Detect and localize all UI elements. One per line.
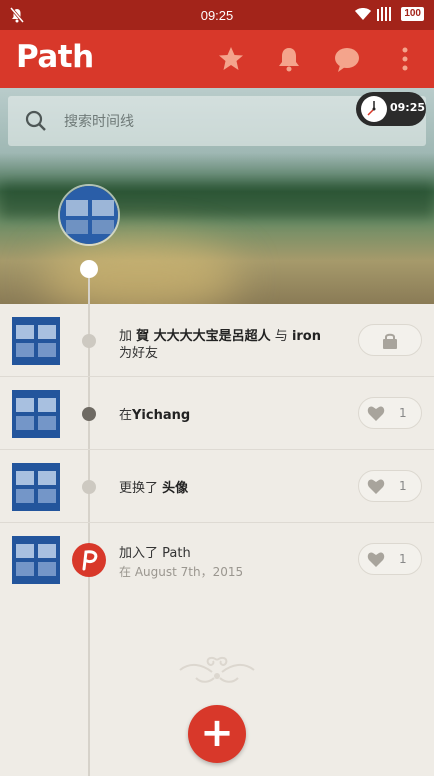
overflow-menu-icon[interactable] xyxy=(390,44,420,74)
privacy-button[interactable] xyxy=(358,324,422,356)
friend-avatar[interactable] xyxy=(12,317,60,365)
friend-avatar[interactable] xyxy=(12,536,60,584)
chat-bubble-icon[interactable] xyxy=(332,44,362,74)
clock-time: 09:25 xyxy=(390,101,426,114)
friend-avatar[interactable] xyxy=(12,463,60,511)
timeline-dot xyxy=(82,334,96,348)
signal-icon xyxy=(377,7,392,21)
path-logo-icon xyxy=(72,543,106,577)
status-bar: 09:25 100 xyxy=(0,0,434,30)
heart-icon xyxy=(367,552,385,567)
heart-icon xyxy=(367,479,385,494)
star-icon[interactable] xyxy=(216,44,246,74)
timeline-item[interactable]: 加 賀 大大大大宝是呂超人 与 iron 为好友 xyxy=(0,304,434,377)
timeline-item[interactable]: 在Yichang 1 xyxy=(0,377,434,450)
battery-level: 100 xyxy=(401,7,424,21)
item-subtext: 在 August 7th，2015 xyxy=(119,565,244,579)
bell-icon[interactable] xyxy=(274,44,304,74)
profile-avatar[interactable] xyxy=(58,184,120,246)
path-logo[interactable]: Path xyxy=(16,39,94,75)
item-text: 在Yichang xyxy=(119,408,191,423)
item-text: 更换了 头像 xyxy=(119,481,189,496)
plus-icon: + xyxy=(200,710,234,756)
like-count: 1 xyxy=(399,552,407,566)
like-count: 1 xyxy=(399,406,407,420)
timeline-item[interactable]: 加入了 Path 在 August 7th，2015 1 xyxy=(0,523,434,596)
timeline-item[interactable]: 更换了 头像 1 xyxy=(0,450,434,523)
add-moment-button[interactable]: + xyxy=(188,705,246,763)
lock-icon xyxy=(383,333,397,349)
timeline-dot xyxy=(82,480,96,494)
like-button[interactable]: 1 xyxy=(358,470,422,502)
search-placeholder: 搜索时间线 xyxy=(64,114,134,130)
heart-icon xyxy=(367,406,385,421)
like-button[interactable]: 1 xyxy=(358,543,422,575)
cover-photo: 搜索时间线 09:25 xyxy=(0,88,434,304)
item-text: 加入了 Path xyxy=(119,546,191,561)
app-bar: Path xyxy=(0,30,434,88)
search-icon xyxy=(25,110,46,131)
clock-icon xyxy=(361,96,387,122)
like-button[interactable]: 1 xyxy=(358,397,422,429)
time-capsule-badge[interactable]: 09:25 xyxy=(356,92,426,126)
flourish-ornament xyxy=(179,656,255,683)
friend-avatar[interactable] xyxy=(12,390,60,438)
timeline-start-dot xyxy=(80,260,98,278)
timeline-dot xyxy=(82,407,96,421)
wifi-icon xyxy=(355,8,372,20)
item-text: 加 賀 大大大大宝是呂超人 与 iron 为好友 xyxy=(119,329,339,361)
like-count: 1 xyxy=(399,479,407,493)
